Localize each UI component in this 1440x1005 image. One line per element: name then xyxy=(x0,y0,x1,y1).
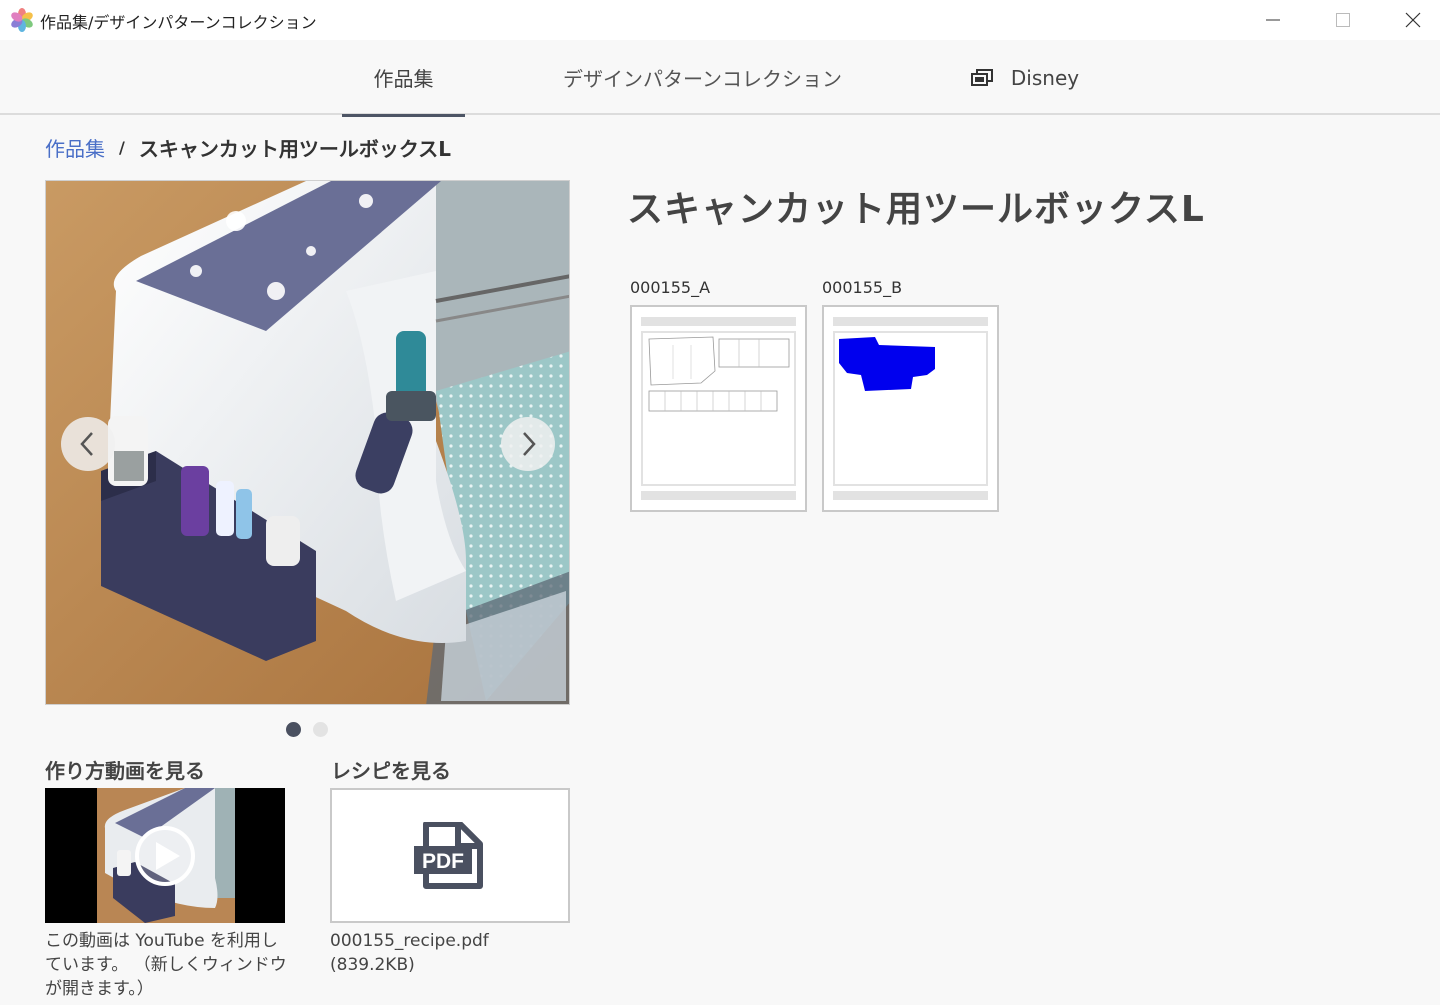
pattern-thumbnail[interactable] xyxy=(630,305,807,512)
product-image-carousel xyxy=(45,180,570,705)
tab-disney[interactable]: Disney xyxy=(960,40,1090,115)
video-thumbnail[interactable] xyxy=(45,788,285,923)
pattern-item-b[interactable]: 000155_B xyxy=(822,278,999,512)
pattern-a-preview xyxy=(648,336,790,412)
close-button[interactable] xyxy=(1378,0,1440,40)
breadcrumb: 作品集 / スキャンカット用ツールボックスL xyxy=(45,133,451,162)
product-photo xyxy=(46,181,569,704)
pattern-thumbnail[interactable] xyxy=(822,305,999,512)
carousel-indicators xyxy=(286,722,328,737)
window-title: 作品集/デザインパターンコレクション xyxy=(40,13,317,32)
carousel-dot-2[interactable] xyxy=(313,722,328,737)
chevron-right-icon xyxy=(523,432,536,456)
recipe-file-size: (839.2KB) xyxy=(330,955,415,975)
recipe-heading: レシピを見る xyxy=(331,759,451,783)
breadcrumb-link-works[interactable]: 作品集 xyxy=(45,133,105,162)
pattern-item-a[interactable]: 000155_A xyxy=(630,278,807,512)
tab-label: Disney xyxy=(1010,65,1080,90)
maximize-button[interactable] xyxy=(1308,0,1378,40)
title-bar: 作品集/デザインパターンコレクション xyxy=(0,0,1440,40)
breadcrumb-separator: / xyxy=(119,138,125,157)
pattern-label: 000155_A xyxy=(630,278,711,297)
window-stack-icon xyxy=(970,68,993,87)
recipe-file-info: 000155_recipe.pdf (839.2KB) xyxy=(330,929,489,977)
tab-works[interactable]: 作品集 xyxy=(342,40,465,117)
video-description: この動画は YouTube を利用しています。 （新しくウィンドウが開きます。） xyxy=(45,931,287,999)
tab-design-pattern-collection[interactable]: デザインパターンコレクション xyxy=(540,40,865,115)
tab-label: 作品集 xyxy=(373,67,434,91)
app-logo-icon xyxy=(10,8,34,32)
video-heading: 作り方動画を見る xyxy=(45,759,205,783)
chevron-left-icon xyxy=(80,432,93,456)
recipe-pdf-button[interactable]: PDF xyxy=(330,788,570,923)
tab-label: デザインパターンコレクション xyxy=(563,67,842,91)
carousel-prev-button[interactable] xyxy=(61,417,115,471)
tab-bar: 作品集 デザインパターンコレクション Disney xyxy=(0,40,1440,117)
carousel-dot-1[interactable] xyxy=(286,722,301,737)
pattern-b-preview xyxy=(839,337,935,391)
recipe-file-name[interactable]: 000155_recipe.pdf xyxy=(330,929,489,953)
breadcrumb-current: スキャンカット用ツールボックスL xyxy=(138,137,451,161)
carousel-next-button[interactable] xyxy=(501,417,555,471)
pdf-file-icon: PDF xyxy=(414,821,483,889)
minimize-button[interactable] xyxy=(1238,0,1308,40)
svg-text:PDF: PDF xyxy=(422,850,464,873)
product-title: スキャンカット用ツールボックスL xyxy=(627,189,1205,230)
pattern-label: 000155_B xyxy=(822,278,903,297)
